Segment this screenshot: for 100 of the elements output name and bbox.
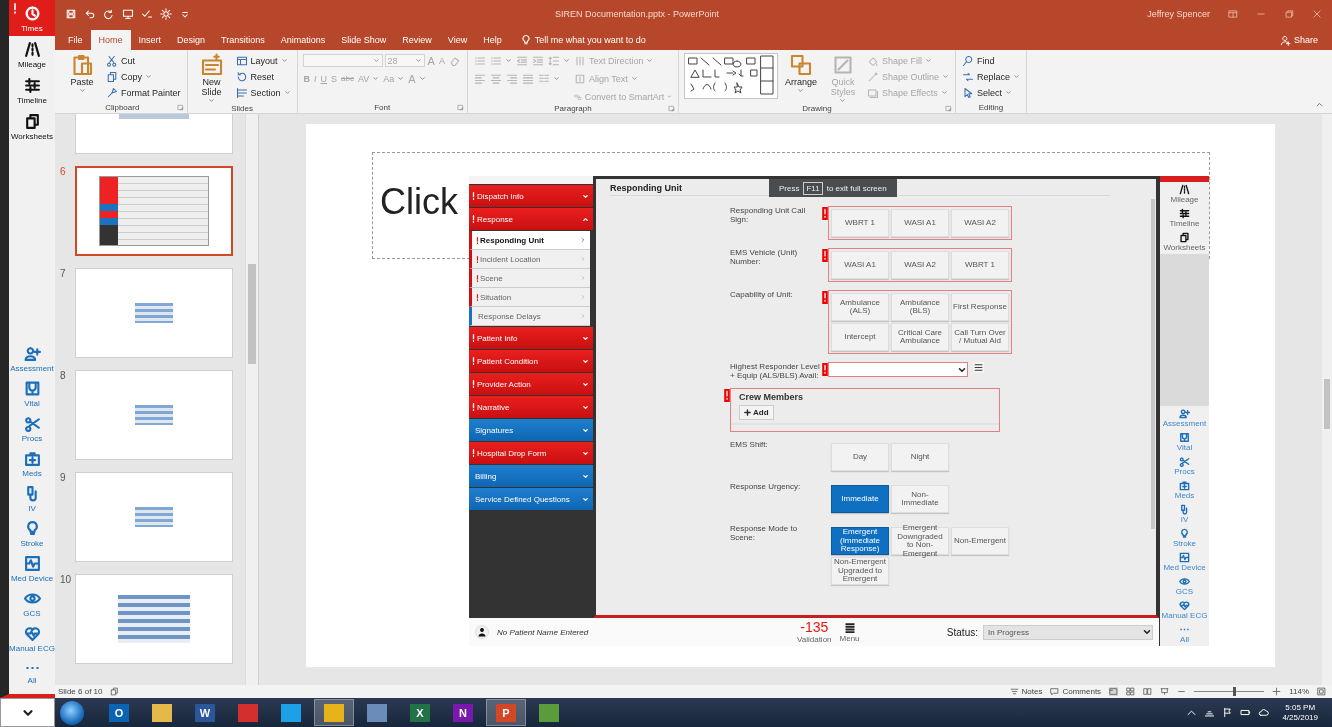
nav-section[interactable]: Billing	[469, 465, 593, 487]
ribbon-tab[interactable]: File	[60, 30, 91, 50]
menu-button[interactable]: Menu	[839, 621, 860, 643]
option-button[interactable]: Non-Emergent Upgraded to Emergent	[831, 557, 889, 585]
sidebar-item[interactable]: Med Device	[9, 551, 55, 586]
option-button[interactable]: WASI A1	[891, 209, 949, 237]
nav-section[interactable]: Narrative	[469, 396, 593, 418]
sidebar-item[interactable]: All	[9, 656, 55, 688]
dialog-launcher-icon[interactable]	[944, 105, 952, 112]
dialog-launcher-icon[interactable]	[176, 104, 184, 111]
option-button[interactable]: WASI A1	[831, 251, 889, 279]
sidebar-item[interactable]: Vital	[1160, 430, 1209, 454]
sidebar-item[interactable]: All	[1160, 622, 1209, 646]
add-button[interactable]: Add	[739, 405, 774, 420]
present-icon[interactable]	[122, 8, 134, 20]
dialog-launcher-icon[interactable]	[456, 104, 464, 111]
option-button[interactable]: Non-Emergent	[951, 527, 1009, 555]
sidebar-item[interactable]: Meds	[9, 446, 55, 481]
option-button[interactable]: Night	[891, 443, 949, 471]
start-button[interactable]	[60, 700, 84, 725]
projector-icon[interactable]	[1160, 687, 1170, 696]
nav-section[interactable]: Patient Info	[469, 327, 593, 349]
scrollbar[interactable]	[1322, 114, 1332, 685]
collapse-ribbon-icon[interactable]	[1315, 100, 1324, 109]
sidebar-item[interactable]: Meds	[1160, 478, 1209, 502]
sidebar-item[interactable]: GCS	[9, 586, 55, 621]
newslide-button[interactable]: New Slide	[192, 53, 231, 104]
redo-icon[interactable]	[103, 8, 115, 20]
ribbon-tab[interactable]: Animations	[272, 30, 334, 50]
sidebar-item[interactable]: Assessment	[9, 341, 55, 376]
scrollbar[interactable]	[245, 114, 259, 685]
layout-button[interactable]: Layout	[234, 53, 292, 68]
nav-section[interactable]: Service Defined Questions	[469, 488, 593, 510]
paste-button[interactable]: Paste	[63, 53, 101, 94]
copy-button[interactable]: Copy	[105, 69, 182, 84]
sidebar-item[interactable]: Stroke	[9, 516, 55, 551]
sidebar-item[interactable]: Assessment	[1160, 406, 1209, 430]
option-button[interactable]: Critical Care Ambulance	[891, 323, 949, 351]
sidebar-item[interactable]: Timeline	[9, 72, 55, 108]
nav-section[interactable]: Signatures	[469, 419, 593, 441]
option-button[interactable]: Ambulance (BLS)	[891, 293, 949, 321]
list-icon[interactable]	[973, 362, 984, 373]
option-button[interactable]: WBRT 1	[831, 209, 889, 237]
cloud-icon[interactable]	[1258, 707, 1270, 718]
validation-counter[interactable]: -135 Validation	[797, 620, 832, 644]
spell-icon[interactable]	[141, 8, 153, 20]
ribbon-tab[interactable]: Home	[90, 30, 131, 50]
sidebar-item[interactable]: Mileage	[1160, 182, 1209, 206]
brush-button[interactable]: Format Painter	[105, 85, 182, 100]
search-button[interactable]: Find	[960, 53, 1021, 68]
sidebar-item[interactable]: Times	[9, 0, 55, 36]
option-button[interactable]: Ambulance (ALS)	[831, 293, 889, 321]
sidebar-item[interactable]: Procs	[9, 411, 55, 446]
ribbon-tab[interactable]: Transitions	[213, 30, 273, 50]
save-icon[interactable]	[65, 8, 77, 20]
nav-item[interactable]: Scene	[469, 269, 590, 288]
ribbon-tab[interactable]: Review	[394, 30, 440, 50]
option-button[interactable]: Call Turn Over / Mutual Aid	[951, 323, 1009, 351]
sidebar-item[interactable]: Manual ECG	[1160, 598, 1209, 622]
shapes-gallery-drawing[interactable]	[683, 53, 778, 99]
sidebar-item[interactable]: Worksheets	[1160, 230, 1209, 254]
sidebar-item[interactable]: Manual ECG	[9, 621, 55, 656]
zoom-in-icon[interactable]	[1272, 687, 1282, 696]
option-button[interactable]: Intercept	[831, 323, 889, 351]
sidebar-item[interactable]: Vital	[9, 376, 55, 411]
sidebar-item[interactable]: Med Device	[1160, 550, 1209, 574]
option-button[interactable]: Non-Immediate	[891, 485, 949, 513]
sidebar-item[interactable]: IV	[9, 481, 55, 516]
nav-item[interactable]: Situation	[469, 288, 590, 307]
dropdown-field[interactable]	[828, 362, 968, 377]
arrange-button[interactable]: Arrange	[781, 53, 820, 94]
book-icon[interactable]	[1143, 687, 1153, 696]
option-button[interactable]: Immediate	[831, 485, 889, 513]
user-name[interactable]: Jeffrey Spencer	[1147, 9, 1210, 19]
undo-icon[interactable]	[84, 8, 96, 20]
cut-button[interactable]: Cut	[105, 53, 182, 68]
nav-section[interactable]: Response	[469, 208, 593, 230]
option-button[interactable]: Emergent (Immediate Response)	[831, 527, 889, 555]
ribbon-options-icon[interactable]	[1228, 9, 1238, 19]
option-button[interactable]: WASI A2	[951, 209, 1009, 237]
ribbon-tab[interactable]: View	[439, 30, 476, 50]
nav-section[interactable]: Hospital Drop Form	[469, 442, 593, 464]
nav-item[interactable]: Responding Unit	[469, 231, 590, 250]
nav-section[interactable]: Provider Action	[469, 373, 593, 395]
option-button[interactable]: WBRT 1	[951, 251, 1009, 279]
taskbar-app-icon[interactable]: P	[486, 699, 526, 726]
restore-icon[interactable]	[1284, 9, 1294, 19]
ribbon-tab[interactable]: Insert	[130, 30, 170, 50]
sidebar-item[interactable]: Stroke	[1160, 526, 1209, 550]
replace-button[interactable]: Replace	[960, 69, 1021, 84]
flag-icon[interactable]	[1222, 707, 1234, 718]
notes-button[interactable]: Notes	[1021, 687, 1043, 696]
cursor-button[interactable]: Select	[960, 85, 1021, 100]
grid-view-icon[interactable]	[1126, 687, 1136, 696]
fit-slide-icon[interactable]	[1317, 687, 1326, 696]
sidebar-item[interactable]: Timeline	[1160, 206, 1209, 230]
status-dropdown[interactable]: In Progress	[983, 624, 1153, 640]
sidebar-item[interactable]: Mileage	[9, 36, 55, 72]
dropdown-field[interactable]	[0, 698, 55, 727]
taskbar-app-icon[interactable]	[314, 699, 354, 726]
